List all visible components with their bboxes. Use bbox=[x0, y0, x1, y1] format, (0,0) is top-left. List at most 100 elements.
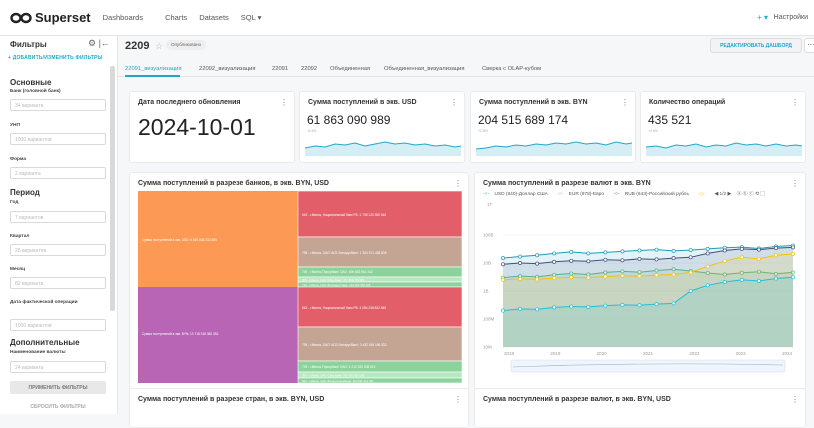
nav-plus-menu[interactable]: + ▾ bbox=[757, 13, 768, 22]
filters-title: Фильтры bbox=[10, 40, 47, 49]
tab-22091-viz[interactable]: 22091_визуализация bbox=[125, 66, 182, 72]
apply-filters-button[interactable]: ПРИМЕНИТЬ ФИЛЬТРЫ bbox=[10, 381, 106, 394]
tab-22091[interactable]: 22091 bbox=[272, 66, 288, 72]
x-tick-label: 2019 bbox=[550, 351, 561, 356]
series-point-4 bbox=[552, 305, 557, 310]
tab-olap-check[interactable]: Сверка с OLAP-кубом bbox=[482, 66, 541, 72]
series-point-3 bbox=[756, 256, 761, 261]
dashboard-title: 2209 bbox=[125, 40, 150, 52]
filter-label-year: Год bbox=[10, 200, 19, 205]
filter-label-unp: УНП bbox=[10, 123, 20, 128]
series-point-4 bbox=[501, 308, 505, 313]
superset-logo[interactable]: Superset bbox=[10, 10, 91, 25]
filter-select-fact-date[interactable]: 1000 вариантов bbox=[10, 319, 106, 331]
series-point-3 bbox=[654, 273, 659, 278]
card-menu-icon[interactable]: ⋮ bbox=[450, 98, 458, 107]
card-title: Дата последнего обновления bbox=[138, 99, 241, 106]
card-menu-icon[interactable]: ⋮ bbox=[454, 395, 462, 404]
superset-logo-icon bbox=[10, 12, 32, 23]
card-menu-icon[interactable]: ⋮ bbox=[791, 179, 799, 188]
x-tick-label: 2023 bbox=[736, 351, 747, 356]
filter-select-bank[interactable]: 34 варианта bbox=[10, 99, 106, 111]
logo-text: Superset bbox=[35, 10, 91, 25]
nav-dashboards[interactable]: Dashboards bbox=[103, 13, 143, 22]
filter-select-form[interactable]: 2 варианта bbox=[10, 167, 106, 179]
card-title: Сумма поступлений в разрезе валют, в экв… bbox=[483, 396, 671, 403]
treemap-cell-label: 964 - г.Минск, ОАО 'Белагропромбанк': 90… bbox=[302, 379, 374, 383]
section-extra: Дополнительные bbox=[10, 338, 80, 347]
last-update-value: 2024-10-01 bbox=[138, 114, 256, 140]
filter-settings-icon[interactable]: ⚙ |← bbox=[88, 38, 110, 49]
series-point-0 bbox=[569, 249, 574, 254]
tab-22092[interactable]: 22092 bbox=[301, 66, 317, 72]
sparkline-area bbox=[305, 142, 461, 156]
tab-combined[interactable]: Объединенная bbox=[330, 66, 370, 72]
card-menu-icon[interactable]: ⋮ bbox=[454, 179, 462, 188]
x-tick-label: 2021 bbox=[643, 351, 654, 356]
card-menu-icon[interactable]: ⋮ bbox=[621, 98, 629, 107]
card-title: Сумма поступлений в разрезе банков, в эк… bbox=[138, 180, 329, 187]
y-tick-label: 100B bbox=[483, 233, 494, 238]
series-point-4 bbox=[535, 307, 540, 312]
series-point-2 bbox=[654, 257, 659, 262]
chart-legend: -○- USD (840)-Доллар США -○- EUR (978)-Е… bbox=[483, 190, 769, 197]
dashboard-tabs: 22091_визуализация 22092_визуализация 22… bbox=[118, 61, 814, 77]
card-kpi-byn: Сумма поступлений в экв. BYN ⋮ 204 515 6… bbox=[470, 91, 636, 163]
clear-filters-button[interactable]: СБРОСИТЬ ФИЛЬТРЫ bbox=[10, 400, 106, 413]
add-edit-filters-link[interactable]: + ДОБАВИТЬ/ИЗМЕНИТЬ ФИЛЬТРЫ bbox=[8, 55, 103, 61]
series-point-2 bbox=[705, 251, 710, 256]
series-point-0 bbox=[518, 254, 523, 259]
filter-select-month[interactable]: 82 варианта bbox=[10, 277, 106, 289]
card-kpi-usd: Сумма поступлений в экв. USD ⋮ 61 863 09… bbox=[299, 91, 465, 163]
treemap-cell-label: 369 - г.Минск, ОАО 'Сбер Банк': 357 898 … bbox=[302, 278, 365, 282]
favorite-star-icon[interactable]: ☆ bbox=[155, 41, 163, 52]
card-kpi-ops: Количество операций ⋮ 435 521 +4.6% bbox=[640, 91, 806, 163]
tab-combined-viz[interactable]: Объединенная_визуализация bbox=[384, 66, 465, 72]
more-options-button[interactable]: ⋯ bbox=[804, 38, 814, 53]
filter-select-unp[interactable]: 1000 вариантов bbox=[10, 133, 106, 145]
card-menu-icon[interactable]: ⋮ bbox=[791, 395, 799, 404]
series-point-2 bbox=[518, 261, 523, 265]
top-navbar: Superset Dashboards Charts Datasets SQL … bbox=[0, 0, 814, 36]
filter-select-quarter[interactable]: 28 вариантов bbox=[10, 244, 106, 256]
series-point-2 bbox=[552, 259, 557, 264]
nav-datasets[interactable]: Datasets bbox=[199, 13, 229, 22]
nav-charts[interactable]: Charts bbox=[165, 13, 187, 22]
series-point-0 bbox=[586, 251, 591, 256]
currency-line-chart: 10M 100M 1B 10B 100B 1T 2018 2019 2020 2021 2022 20… bbox=[483, 202, 795, 373]
kpi-value: 61 863 090 989 bbox=[307, 113, 391, 127]
y-tick-label: 100M bbox=[483, 317, 495, 322]
collapse-sidebar-icon[interactable]: |← bbox=[99, 38, 110, 48]
kpi-value: 204 515 689 174 bbox=[478, 113, 569, 127]
card-menu-icon[interactable]: ⋮ bbox=[280, 98, 288, 107]
card-title: Количество операций bbox=[649, 99, 726, 106]
sidebar-scrollbar[interactable] bbox=[110, 66, 115, 311]
series-point-0 bbox=[603, 250, 608, 255]
series-point-2 bbox=[501, 262, 505, 267]
section-period: Период bbox=[10, 188, 40, 197]
series-point-0 bbox=[671, 248, 676, 253]
published-badge[interactable]: Опубликовано bbox=[166, 40, 207, 50]
series-point-3 bbox=[773, 253, 778, 258]
treemap-cell-label: 642 - г.Минск, Национальный банк РБ: 4 0… bbox=[302, 306, 386, 310]
treemap-cell-label: 642 - г.Минск, Национальный банк РБ: 1 7… bbox=[302, 213, 386, 217]
series-point-4 bbox=[586, 304, 591, 309]
series-point-0 bbox=[637, 248, 642, 253]
filter-select-currency[interactable]: 24 варианта bbox=[10, 361, 106, 373]
nav-sql[interactable]: SQL ▾ bbox=[241, 13, 262, 22]
filter-label-form: Форма bbox=[10, 157, 27, 162]
tab-22092-viz[interactable]: 22092_визуализация bbox=[199, 66, 256, 72]
card-title: Сумма поступлений в разрезе валют в экв.… bbox=[483, 180, 651, 187]
card-menu-icon[interactable]: ⋮ bbox=[791, 98, 799, 107]
card-last-update: Дата последнего обновления ⋮ 2024-10-01 bbox=[129, 91, 295, 163]
series-point-4 bbox=[637, 303, 642, 308]
series-point-3 bbox=[705, 264, 710, 269]
series-point-2 bbox=[739, 246, 744, 251]
y-tick-label: 10M bbox=[483, 345, 492, 350]
series-point-3 bbox=[552, 276, 557, 281]
edit-dashboard-button[interactable]: РЕДАКТИРОВАТЬ ДАШБОРД bbox=[710, 38, 802, 53]
filter-select-year[interactable]: 7 вариантов bbox=[10, 211, 106, 223]
series-point-0 bbox=[552, 251, 557, 256]
nav-settings[interactable]: Настройки bbox=[774, 14, 808, 21]
kpi-sparkline bbox=[476, 141, 632, 156]
